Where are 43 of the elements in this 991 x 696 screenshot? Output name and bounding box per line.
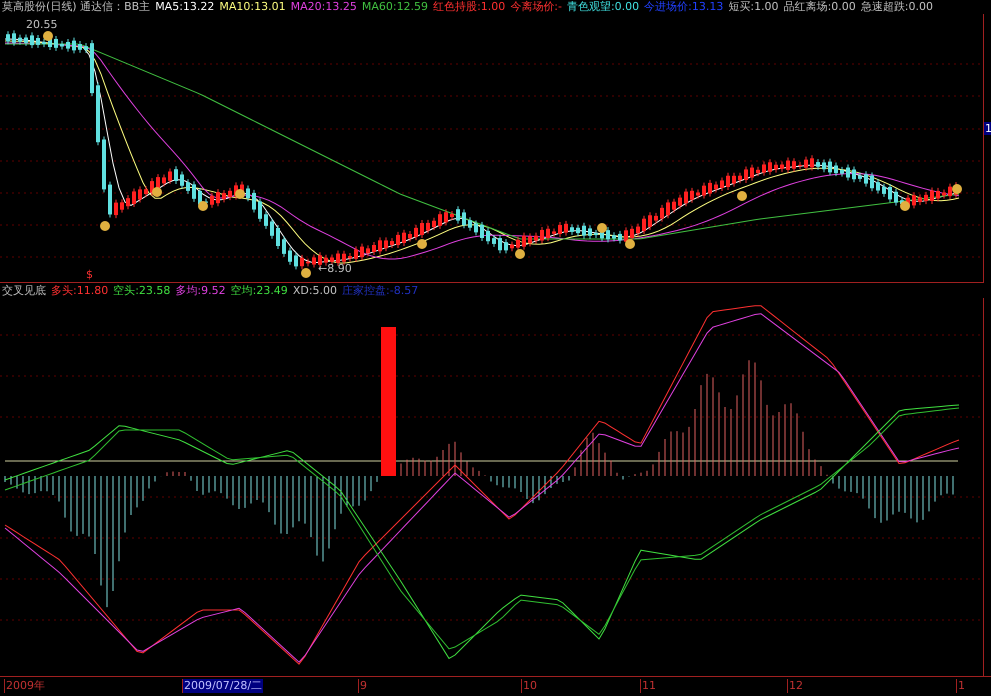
legend-text: 交叉见底 [2, 283, 46, 298]
coin-icon [515, 249, 525, 259]
legend-text: 多头:11.80 [51, 283, 108, 298]
price-label: 20.55 [26, 18, 58, 31]
coin-icon [597, 223, 607, 233]
date-label: 2009年 [4, 679, 46, 693]
coin-icon [43, 31, 53, 41]
legend-text: 品红离场:0.00 [784, 0, 856, 14]
axis-label: 1 [984, 122, 991, 135]
date-label: 12 [787, 679, 804, 693]
coin-icon [900, 201, 910, 211]
coin-icon [152, 187, 162, 197]
coin-icon [198, 201, 208, 211]
legend-text: MA20:13.25 [290, 0, 357, 14]
legend-text: 空均:23.49 [230, 283, 288, 298]
legend-text: 青色观望:0.00 [566, 0, 640, 14]
coin-icon [235, 189, 245, 199]
coin-icon [100, 221, 110, 231]
coin-icon [625, 239, 635, 249]
signal-marker: $ [86, 268, 93, 281]
date-label: 2009/07/28/二 [182, 679, 264, 693]
legend-text: 莫高股份(日线) 通达信：BB主 [2, 0, 150, 14]
date-label: 9 [358, 679, 368, 693]
date-label: 11 [640, 679, 657, 693]
legend-text: MA5:13.22 [155, 0, 214, 14]
legend-text: XD:5.00 [292, 283, 338, 298]
legend-text: 庄家控盘:-8.57 [342, 283, 418, 298]
coin-icon [952, 184, 962, 194]
legend-text: 红色持股:1.00 [433, 0, 506, 14]
legend-text: 短买:1.00 [728, 0, 779, 14]
date-label: 10 [521, 679, 538, 693]
coin-icon [737, 191, 747, 201]
coin-icon [301, 268, 311, 278]
legend-text: 多均:9.52 [175, 283, 226, 298]
legend-text: 今进场价:13.13 [644, 0, 724, 14]
coin-icon [417, 239, 427, 249]
legend-text: MA10:13.01 [219, 0, 286, 14]
date-label: 1 [956, 679, 966, 693]
legend-text: 急速超跌:0.00 [860, 0, 933, 14]
legend-text: MA60:12.59 [362, 0, 428, 14]
legend-text: 空头:23.58 [113, 283, 170, 298]
legend-text: 今离场价:- [510, 0, 562, 14]
price-label: ←8.90 [318, 262, 352, 275]
